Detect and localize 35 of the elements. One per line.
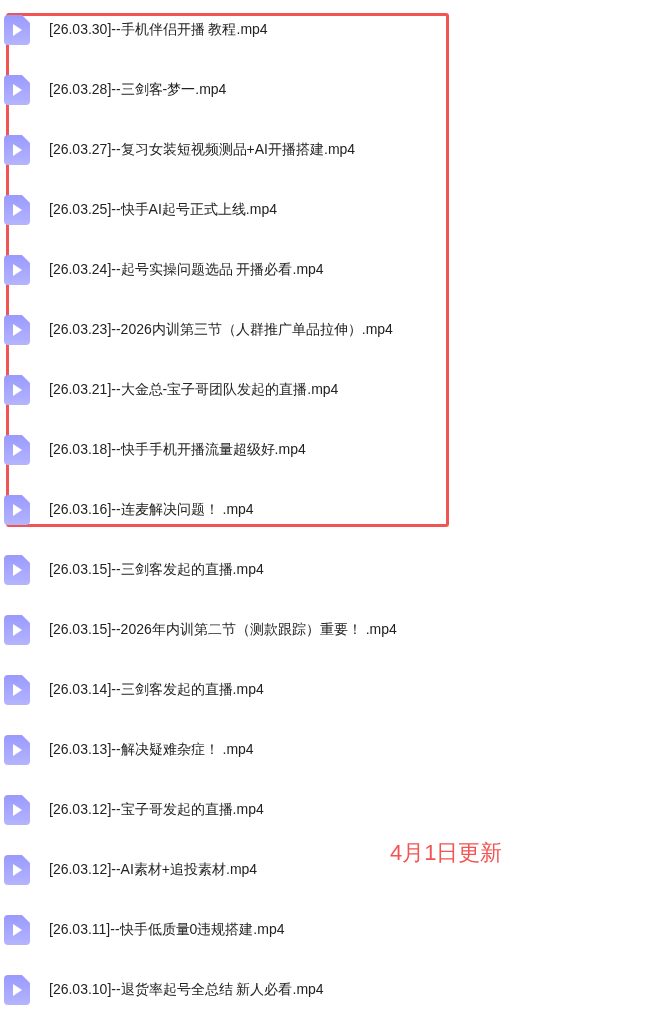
video-file-icon: [4, 75, 30, 105]
file-name[interactable]: [26.03.14]--三剑客发起的直播.mp4: [49, 681, 264, 699]
video-file-icon: [4, 975, 30, 1005]
file-name[interactable]: [26.03.27]--复习女装短视频测品+AI开播搭建.mp4: [49, 141, 356, 159]
file-name[interactable]: [26.03.11]--快手低质量0违规搭建.mp4: [49, 921, 285, 939]
file-name[interactable]: [26.03.25]--快手AI起号正式上线.mp4: [49, 201, 277, 219]
file-name[interactable]: [26.03.15]--三剑客发起的直播.mp4: [49, 561, 264, 579]
video-file-icon: [4, 15, 30, 45]
video-file-icon: [4, 135, 30, 165]
video-file-icon: [4, 435, 30, 465]
video-file-icon: [4, 795, 30, 825]
video-file-icon: [4, 195, 30, 225]
file-name[interactable]: [26.03.21]--大金总-宝子哥团队发起的直播.mp4: [49, 381, 339, 399]
video-file-icon: [4, 675, 30, 705]
video-file-icon: [4, 255, 30, 285]
video-file-icon: [4, 915, 30, 945]
video-file-icon: [4, 315, 30, 345]
update-note: 4月1日更新: [390, 839, 503, 867]
video-file-icon: [4, 375, 30, 405]
video-file-icon: [4, 855, 30, 885]
video-file-icon: [4, 615, 30, 645]
file-name[interactable]: [26.03.18]--快手手机开播流量超级好.mp4: [49, 441, 306, 459]
video-file-icon: [4, 555, 30, 585]
file-name[interactable]: [26.03.16]--连麦解决问题！ .mp4: [49, 501, 254, 519]
file-name[interactable]: [26.03.23]--2026内训第三节（人群推广单品拉伸）.mp4: [49, 321, 393, 339]
video-file-icon: [4, 735, 30, 765]
file-name[interactable]: [26.03.12]--宝子哥发起的直播.mp4: [49, 801, 264, 819]
file-name[interactable]: [26.03.30]--手机伴侣开播 教程.mp4: [49, 21, 268, 39]
file-name[interactable]: [26.03.24]--起号实操问题选品 开播必看.mp4: [49, 261, 324, 279]
file-name[interactable]: [26.03.15]--2026年内训第二节（测款跟踪）重要！ .mp4: [49, 621, 397, 639]
video-file-icon: [4, 495, 30, 525]
file-name[interactable]: [26.03.13]--解决疑难杂症！ .mp4: [49, 741, 254, 759]
file-name[interactable]: [26.03.12]--AI素材+追投素材.mp4: [49, 861, 258, 879]
file-name[interactable]: [26.03.10]--退货率起号全总结 新人必看.mp4: [49, 981, 324, 999]
file-name[interactable]: [26.03.28]--三剑客-梦一.mp4: [49, 81, 227, 99]
